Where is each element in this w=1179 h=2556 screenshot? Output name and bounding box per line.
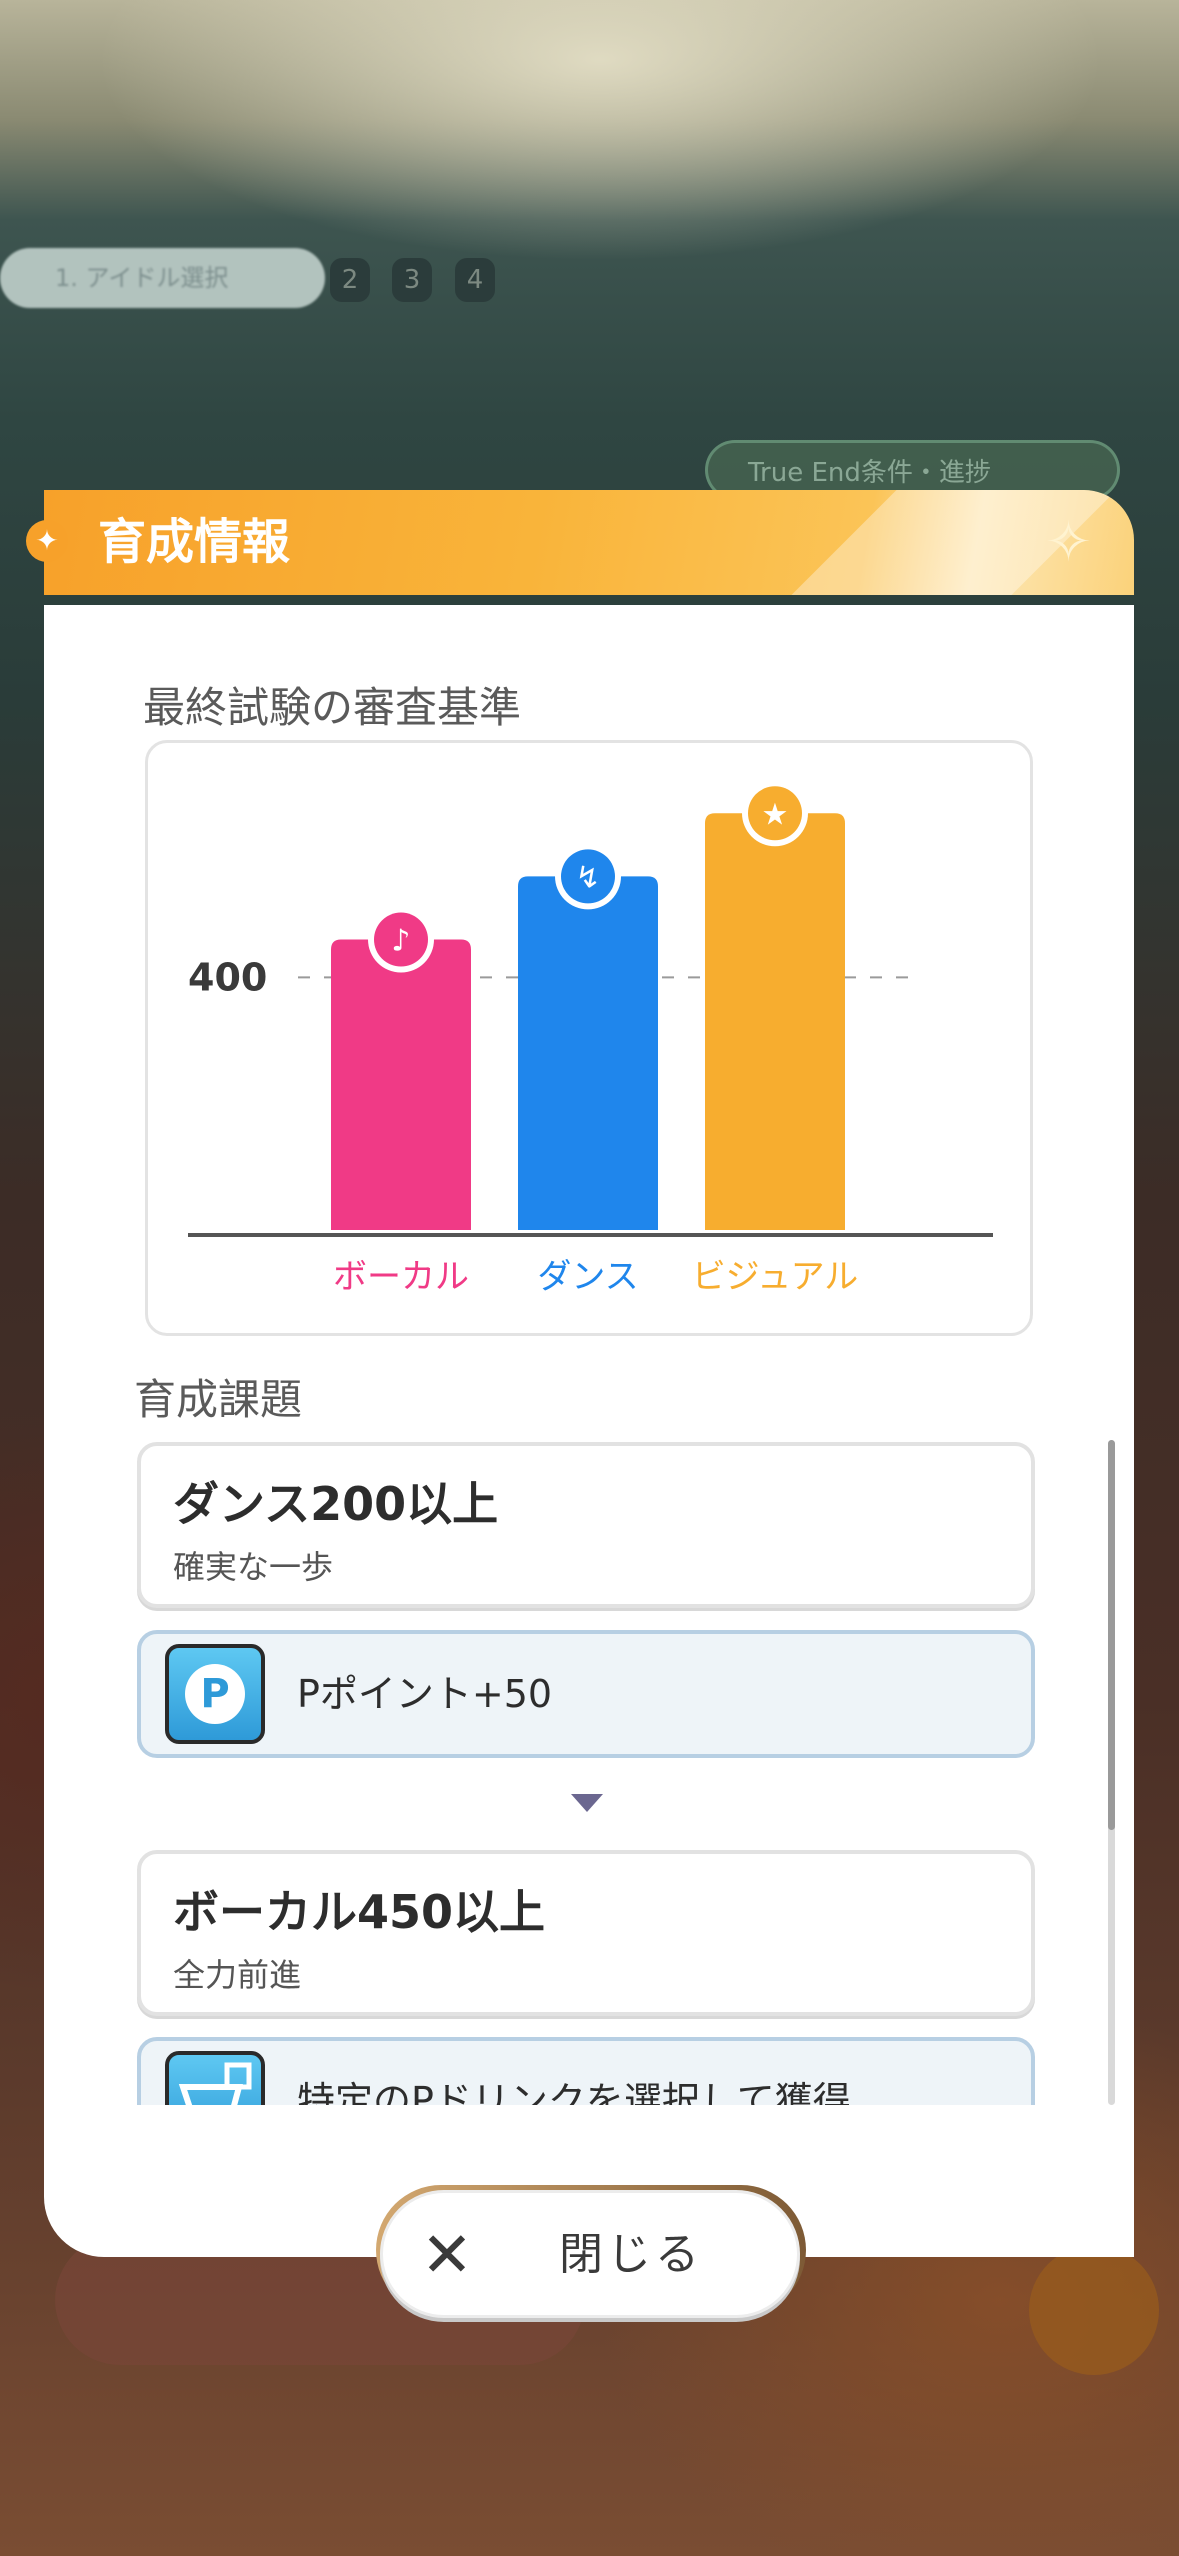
scrollbar-thumb[interactable] [1108, 1440, 1115, 1830]
task-title: ボーカル450以上 [173, 1885, 546, 1939]
task-title: ダンス200以上 [173, 1477, 499, 1531]
svg-text:★: ★ [762, 797, 789, 832]
category-label: ボーカル [333, 1257, 469, 1297]
task-card: ボーカル450以上 全力前進 [137, 1850, 1035, 2016]
close-icon: ✕ [421, 2218, 473, 2291]
reference-line-label: 400 [188, 955, 267, 999]
close-button[interactable]: ✕ 閉じる [380, 2190, 800, 2318]
reward-text: 特定のPドリンクを選択して獲得 [297, 2079, 851, 2105]
bar-3 [705, 813, 845, 1230]
criteria-chart: 400 ♪ ボーカル ↯ ダンス ★ ビジュアル [145, 740, 1033, 1336]
tasks-section-title: 育成課題 [134, 1375, 303, 1424]
task-subtitle: 確実な一歩 [173, 1548, 334, 1586]
reward-card: P Pポイント+50 [137, 1630, 1035, 1758]
bar-1 [331, 939, 471, 1230]
criteria-bar-chart: 400 ♪ ボーカル ↯ ダンス ★ ビジュアル [188, 780, 993, 1297]
criteria-section-title: 最終試験の審査基準 [143, 683, 522, 732]
task-card: ダンス200以上 確実な一歩 [137, 1442, 1035, 1608]
close-button-label: 閉じる [559, 2229, 703, 2280]
svg-text:♪: ♪ [391, 924, 410, 959]
category-label: ダンス [537, 1257, 638, 1297]
svg-text:↯: ↯ [575, 860, 600, 895]
reward-text: Pポイント+50 [297, 1672, 553, 1716]
chevron-down-icon [571, 1794, 603, 1812]
background-menu-button [1029, 2245, 1159, 2375]
task-subtitle: 全力前進 [173, 1956, 302, 1994]
shopping-cart-icon [165, 2051, 265, 2105]
reward-card: 特定のPドリンクを選択して獲得 [137, 2037, 1035, 2105]
p-point-icon: P [165, 1644, 265, 1744]
scroll-content[interactable]: 最終試験の審査基準 400 ♪ ボーカル ↯ ダンス ★ ビジュアル 育成課題 ダンス200… [0, 0, 1179, 2105]
category-label: ビジュアル [692, 1257, 859, 1297]
bar-2 [518, 876, 658, 1230]
